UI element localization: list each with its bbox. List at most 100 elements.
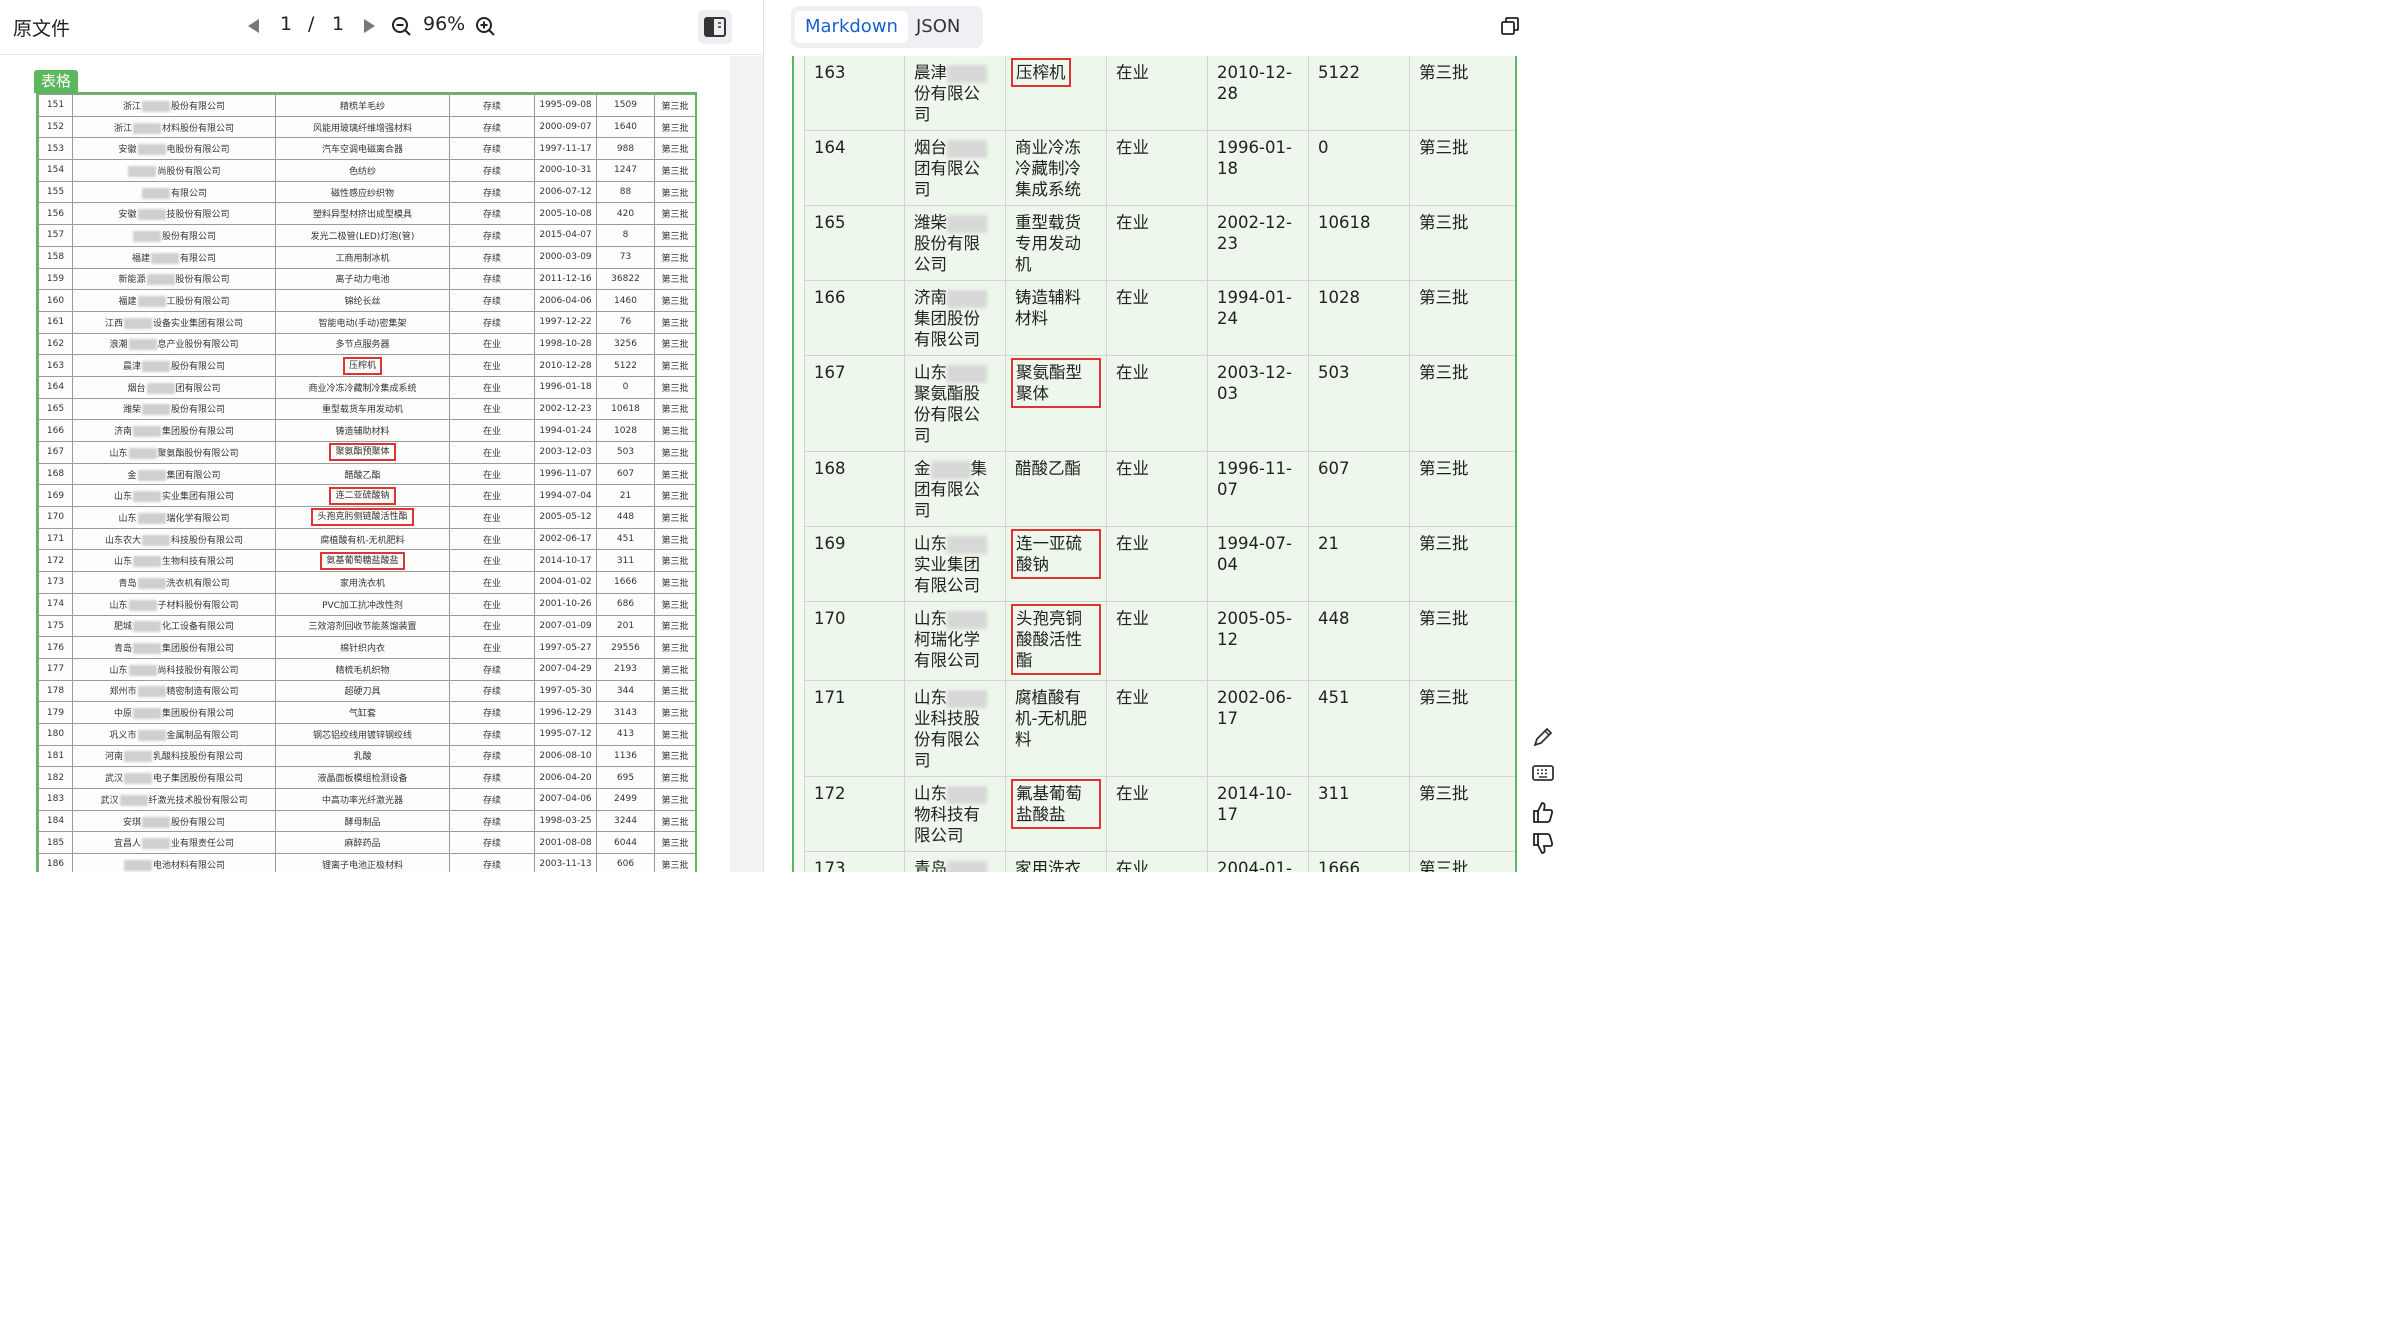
company-prefix: 山东 xyxy=(914,363,947,382)
status-cell: 存续 xyxy=(449,224,535,247)
date-cell: 2002-12-23 xyxy=(1207,205,1309,281)
count-cell: 8 xyxy=(596,224,655,247)
product-name: PVC加工抗冲改性剂 xyxy=(275,592,450,616)
company-suffix: 电池材料有限公司 xyxy=(152,860,225,871)
redaction xyxy=(137,209,166,221)
table-row: 166 济南 集团股份有限公司 铸造辅助材料 在业 1994-01-24 1028 第三批 xyxy=(38,419,695,442)
batch-cell: 第三批 xyxy=(654,831,695,855)
table-row: 155 有限公司 磁性感应纱织物 存续 2006-07-12 88 第三批 xyxy=(38,180,695,204)
row-number: 167 xyxy=(804,355,905,452)
status-cell: 在业 xyxy=(1106,526,1208,602)
company-suffix: 生物科技有限公司 xyxy=(162,557,235,568)
status-cell: 在业 xyxy=(449,636,535,659)
product-text: 头孢克肟侧链酸活性酯 xyxy=(311,508,414,527)
company-name: 济南集团股份有限公司 xyxy=(904,280,1006,356)
split-view-button[interactable] xyxy=(698,10,732,44)
product-name: 压榨机 xyxy=(275,354,450,377)
keyboard-icon[interactable] xyxy=(1530,760,1556,786)
redaction xyxy=(119,794,148,806)
product-text: PVC加工抗冲改性剂 xyxy=(322,600,403,611)
company-name: 武汉 电子集团股份有限公司 xyxy=(72,766,276,789)
count-cell: 695 xyxy=(596,766,655,789)
product-text: 发光二极管(LED)灯泡(管) xyxy=(310,231,415,242)
status-cell: 在业 xyxy=(449,441,535,464)
zoom-in-icon[interactable] xyxy=(475,16,495,36)
company-suffix: 尚科技股份有限公司 xyxy=(157,665,239,676)
company-prefix: 青岛 xyxy=(118,578,137,589)
tab-markdown[interactable]: Markdown xyxy=(795,11,908,43)
table-row: 173 青岛 洗衣机有限公司 家用洗衣机 在业 2004-01-02 1666 第三批 xyxy=(38,571,695,594)
product-name: 氟基葡萄盐酸盐 xyxy=(1005,776,1107,852)
company-prefix: 山东 xyxy=(914,688,947,707)
count-cell: 2193 xyxy=(596,657,655,681)
document-table-region[interactable]: 151 浙江 股份有限公司 精梳羊毛纱 存续 1995-09-08 1509 第三批 152 浙江… xyxy=(36,92,697,872)
product-name: 连二亚硫酸钠 xyxy=(275,484,450,508)
markdown-view[interactable]: 163 晨津份有限公司 压榨机 在业 2010-12-28 5122 第三批 164 烟台团有限… xyxy=(792,56,1517,872)
copy-icon[interactable] xyxy=(1501,17,1519,35)
company-prefix: 福建 xyxy=(118,297,137,308)
product-text: 超硬刀具 xyxy=(344,687,381,698)
redaction xyxy=(132,230,161,242)
company-name: 巩义市 金属制品有限公司 xyxy=(72,722,276,746)
company-name: 山东 瑞化学有限公司 xyxy=(72,506,276,529)
product-text: 重型载货专用发动机 xyxy=(1015,213,1081,274)
redaction xyxy=(142,816,170,828)
triangle-left-icon[interactable] xyxy=(248,19,259,33)
date-cell: 1996-01-18 xyxy=(534,375,597,399)
redaction xyxy=(947,860,987,872)
redaction xyxy=(142,100,170,112)
company-prefix: 晨津 xyxy=(914,63,947,82)
product-name: 腐植酸有机-无机肥料 xyxy=(1005,680,1107,777)
tab-json[interactable]: JSON xyxy=(906,11,970,43)
date-cell: 1996-11-07 xyxy=(1207,451,1309,527)
product-text: 铸造辅料材料 xyxy=(1015,288,1081,328)
batch-cell: 第三批 xyxy=(1409,280,1515,356)
product-text: 氨基葡萄糖盐酸盐 xyxy=(320,551,405,570)
table-tag: 表格 xyxy=(34,70,79,93)
product-text: 钢芯铝绞线用镀锌钢绞线 xyxy=(312,730,412,741)
thumbs-up-icon[interactable] xyxy=(1530,800,1556,826)
batch-cell: 第三批 xyxy=(654,592,695,616)
company-suffix: 股份有限公司 xyxy=(171,362,226,373)
date-cell: 2005-05-12 xyxy=(534,506,597,529)
table-row: 177 山东 尚科技股份有限公司 精梳毛机织物 存续 2007-04-29 2193 第三批 xyxy=(38,657,695,681)
batch-cell: 第三批 xyxy=(654,224,695,247)
source-title: 原文件 xyxy=(13,18,71,40)
batch-cell: 第三批 xyxy=(1409,776,1515,852)
row-number: 170 xyxy=(38,506,73,529)
company-name: 烟台 团有限公司 xyxy=(72,375,276,399)
count-cell: 1136 xyxy=(596,744,655,768)
redaction xyxy=(124,773,152,785)
company-suffix: 化工设备有限公司 xyxy=(162,622,235,633)
table-row: 174 山东 子材料股份有限公司 PVC加工抗冲改性剂 在业 2001-10-26 686 第… xyxy=(38,592,695,616)
batch-cell: 第三批 xyxy=(1409,851,1515,872)
row-number: 153 xyxy=(38,137,73,161)
status-cell: 存续 xyxy=(449,679,535,703)
company-name: 济南集团股份有限公司 xyxy=(72,419,276,442)
pencil-icon[interactable] xyxy=(1530,724,1556,750)
date-cell: 2007-04-06 xyxy=(534,788,597,811)
company-suffix: 业科技股份有限公司 xyxy=(914,709,980,770)
company-suffix: 尚股份有限公司 xyxy=(157,166,221,177)
status-cell: 存续 xyxy=(449,722,535,746)
product-text: 塑料异型材挤出成型模具 xyxy=(312,210,412,221)
thumbs-down-icon[interactable] xyxy=(1530,830,1556,856)
batch-cell: 第三批 xyxy=(654,853,695,872)
company-suffix: 团有限公司 xyxy=(914,159,980,199)
table-row: 164 烟台 团有限公司 商业冷冻冷藏制冷集成系统 在业 1996-01-18 0 第三批 xyxy=(38,375,695,399)
product-name: 醋酸乙酯 xyxy=(275,462,450,486)
document-viewer[interactable]: 表格 151 浙江 股份有限公司 精梳羊毛纱 存续 1995-09-08 1509 第三批 15… xyxy=(0,56,763,872)
company-name: 青岛 洗衣机有限公司 xyxy=(72,571,276,594)
company-suffix: 股份有限公司 xyxy=(171,405,226,416)
batch-cell: 第三批 xyxy=(654,310,695,334)
row-number: 182 xyxy=(38,766,73,789)
status-cell: 在业 xyxy=(1106,130,1208,206)
status-cell: 存续 xyxy=(449,744,535,768)
date-cell: 1994-07-04 xyxy=(534,484,597,508)
company-name: 尚股份有限公司 xyxy=(72,159,276,182)
company-prefix: 金 xyxy=(914,459,931,478)
table-row: 153 安徽 电股份有限公司 汽车空调电磁离合器 存续 1997-11-17 988 第三批 xyxy=(38,137,695,161)
zoom-out-icon[interactable] xyxy=(391,16,411,36)
triangle-right-icon[interactable] xyxy=(364,19,375,33)
page-current[interactable]: 1 xyxy=(280,13,292,35)
